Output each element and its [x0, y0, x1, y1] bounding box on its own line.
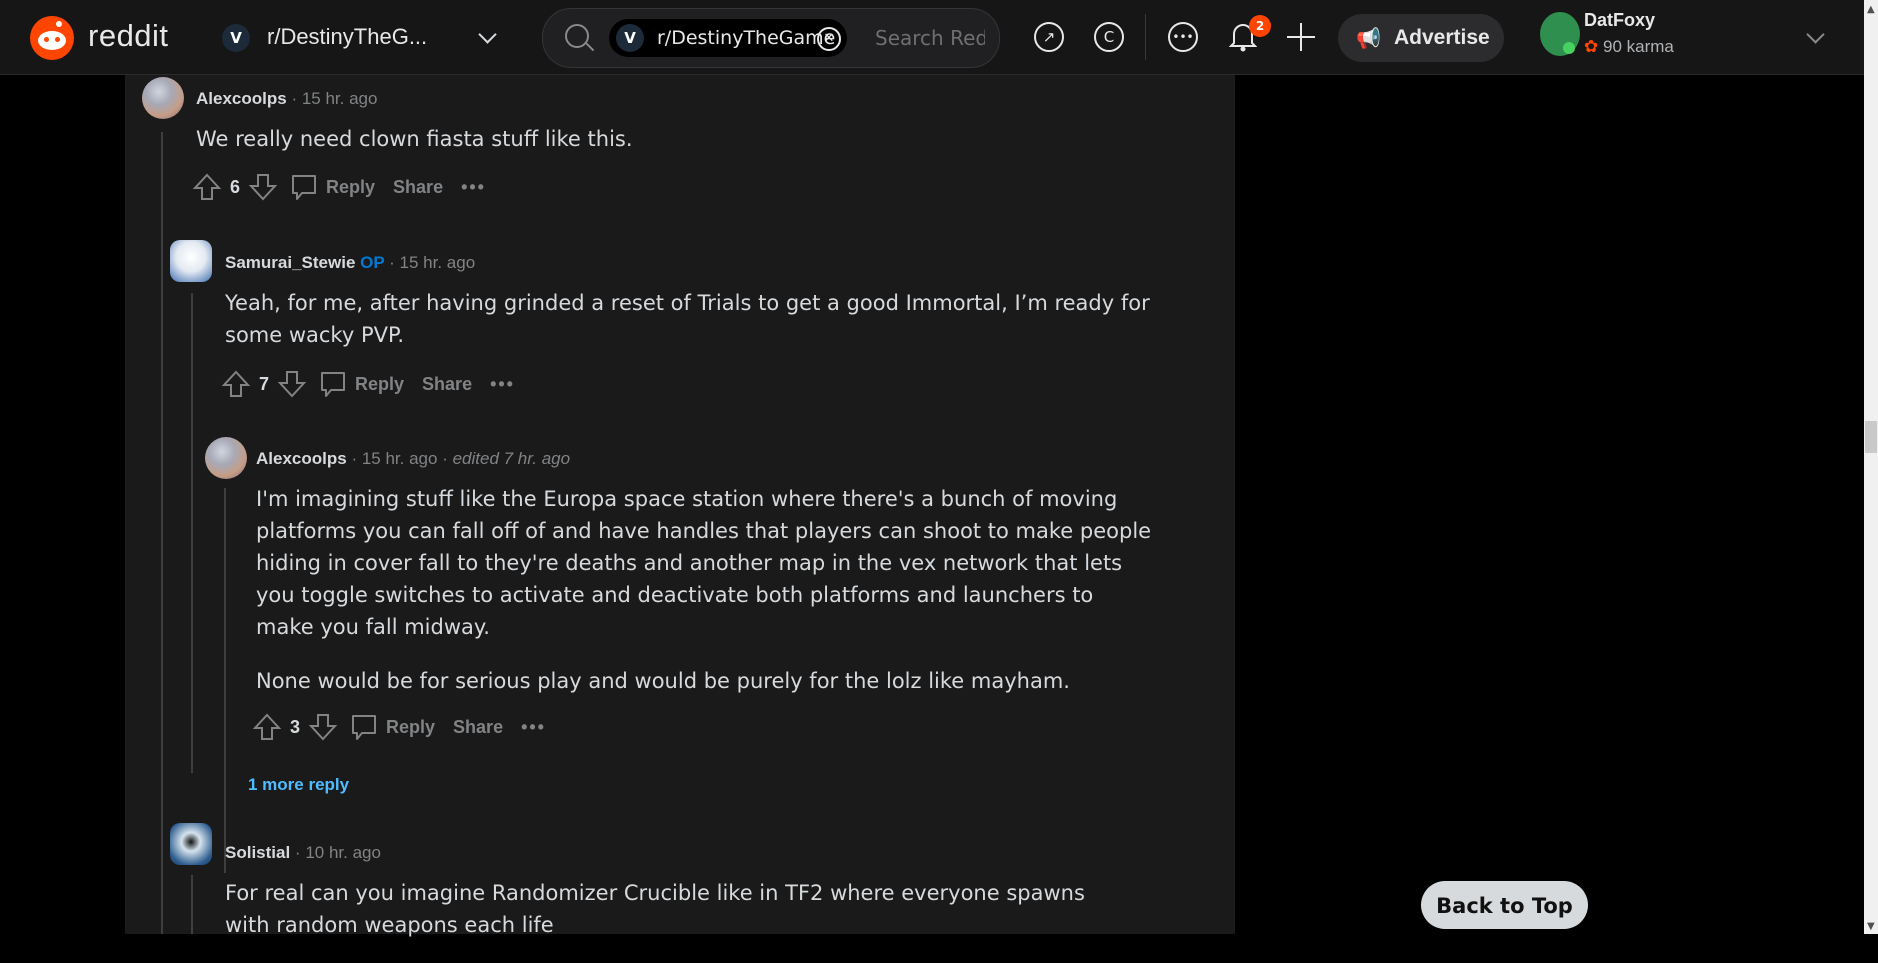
comment-header: Alexcoolps · 15 hr. ago	[196, 89, 377, 109]
avatar[interactable]	[170, 240, 212, 282]
comment-paragraph: We really need clown fiasta stuff like t…	[196, 127, 633, 151]
comment-paragraph: I'm imagining stuff like the Europa spac…	[256, 487, 1152, 639]
comment-time[interactable]: 10 hr. ago	[305, 843, 381, 862]
back-to-top-button[interactable]: Back to Top	[1421, 881, 1588, 929]
comment-paragraph: For real can you imagine Randomizer Cruc…	[225, 881, 1085, 937]
comment-time[interactable]: 15 hr. ago	[362, 449, 438, 468]
comment-bubble-icon	[292, 175, 317, 200]
chevron-down-icon	[478, 25, 497, 44]
search-bar[interactable]: V r/DestinyTheGame ✕ Search Reddit	[542, 8, 1000, 68]
comment-actions: 6 Reply Share •••	[192, 172, 486, 204]
subreddit-name: r/DestinyTheG...	[267, 24, 428, 49]
comment-body: Yeah, for me, after having grinded a res…	[225, 287, 1165, 373]
more-replies-link[interactable]: 1 more reply	[248, 775, 349, 795]
comment-actions: 3 Reply Share •••	[252, 712, 546, 744]
karma-label: 90 karma	[1602, 37, 1674, 56]
chat-icon[interactable]: •••	[1168, 22, 1198, 52]
comment-author[interactable]: Alexcoolps	[256, 449, 347, 468]
comment-bubble-icon	[352, 715, 377, 740]
destiny-subreddit-icon: V	[222, 24, 250, 52]
karma-icon: ✿	[1584, 37, 1599, 56]
avatar[interactable]	[170, 823, 212, 865]
username: DatFoxy	[1584, 10, 1656, 30]
comment-paragraph: None would be for serious play and would…	[256, 669, 1070, 693]
share-button[interactable]: Share	[422, 374, 472, 395]
advertise-label: Advertise	[1394, 26, 1490, 49]
notification-badge: 2	[1249, 15, 1271, 37]
comments-section: Alexcoolps · 15 hr. ago We really need c…	[125, 75, 1235, 937]
comment-body: For real can you imagine Randomizer Cruc…	[225, 877, 1125, 963]
search-input[interactable]: Search Reddit	[875, 26, 985, 50]
header-divider	[1145, 14, 1146, 60]
comment-time[interactable]: 15 hr. ago	[302, 89, 378, 108]
share-button[interactable]: Share	[453, 717, 503, 738]
comment-actions: 7 Reply Share •••	[221, 369, 515, 401]
destiny-subreddit-icon: V	[616, 24, 644, 52]
karma-count: ✿ 90 karma	[1584, 37, 1674, 57]
upvote-icon[interactable]	[252, 712, 282, 742]
scroll-up-icon[interactable]: ▲	[1867, 4, 1875, 15]
online-status-icon	[1563, 42, 1575, 54]
search-icon	[565, 24, 589, 48]
search-scope-label: r/DestinyTheGame	[657, 27, 836, 49]
comment-header: Samurai_Stewie OP · 15 hr. ago	[225, 253, 475, 273]
chevron-down-icon	[1806, 25, 1825, 44]
vote-count: 7	[259, 373, 270, 394]
clear-scope-icon[interactable]: ✕	[817, 27, 841, 51]
comment-separator: ·	[442, 449, 453, 468]
thread-line[interactable]	[224, 488, 226, 873]
edited-label: edited 7 hr. ago	[452, 449, 571, 468]
downvote-icon[interactable]	[308, 712, 338, 742]
advertise-button[interactable]: 📢 Advertise	[1338, 14, 1504, 62]
more-options-icon[interactable]: •••	[461, 177, 486, 198]
upvote-icon[interactable]	[221, 369, 251, 399]
comment-bubble-icon	[321, 372, 346, 397]
reply-button[interactable]: Reply	[355, 374, 404, 395]
popular-icon[interactable]: ↗	[1034, 22, 1064, 52]
op-badge: OP	[360, 253, 385, 272]
comment-author[interactable]: Solistial	[225, 843, 290, 862]
create-post-icon[interactable]	[1287, 23, 1315, 51]
top-nav-bar: reddit V r/DestinyTheG... V r/DestinyThe…	[0, 0, 1864, 75]
comment-body: We really need clown fiasta stuff like t…	[196, 123, 1116, 177]
avatar[interactable]	[142, 77, 184, 119]
comment-separator: ·	[291, 89, 302, 108]
more-options-icon[interactable]: •••	[521, 717, 546, 738]
comment-header: Solistial · 10 hr. ago	[225, 843, 381, 863]
vote-count: 3	[290, 716, 301, 737]
scrollbar[interactable]: ▲ ▼	[1864, 0, 1878, 934]
comment-separator: ·	[351, 449, 362, 468]
downvote-icon[interactable]	[248, 172, 278, 202]
reply-button[interactable]: Reply	[326, 177, 375, 198]
comment-separator: ·	[389, 253, 400, 272]
scrollbar-thumb[interactable]	[1865, 421, 1877, 453]
scroll-down-icon[interactable]: ▼	[1867, 921, 1875, 932]
thread-line[interactable]	[161, 132, 163, 934]
reddit-wordmark: reddit	[88, 18, 169, 53]
coins-icon[interactable]: C	[1094, 22, 1124, 52]
comment-author[interactable]: Alexcoolps	[196, 89, 287, 108]
search-scope-chip: V r/DestinyTheGame ✕	[609, 19, 847, 57]
upvote-icon[interactable]	[192, 172, 222, 202]
comment-time[interactable]: 15 hr. ago	[400, 253, 476, 272]
comment-separator: ·	[294, 843, 306, 862]
vote-count: 6	[230, 176, 241, 197]
comment-author[interactable]: Samurai_Stewie	[225, 253, 355, 272]
megaphone-icon: 📢	[1356, 26, 1381, 50]
reply-button[interactable]: Reply	[386, 717, 435, 738]
thread-line[interactable]	[191, 875, 193, 934]
thread-line[interactable]	[191, 293, 193, 773]
more-options-icon[interactable]: •••	[490, 374, 515, 395]
share-button[interactable]: Share	[393, 177, 443, 198]
comment-paragraph: Yeah, for me, after having grinded a res…	[225, 291, 1150, 347]
avatar[interactable]	[205, 437, 247, 479]
comment-header: Alexcoolps · 15 hr. ago · edited 7 hr. a…	[256, 449, 570, 469]
downvote-icon[interactable]	[277, 369, 307, 399]
comment-body: I'm imagining stuff like the Europa spac…	[256, 483, 1156, 719]
reddit-logo-icon	[30, 16, 74, 60]
